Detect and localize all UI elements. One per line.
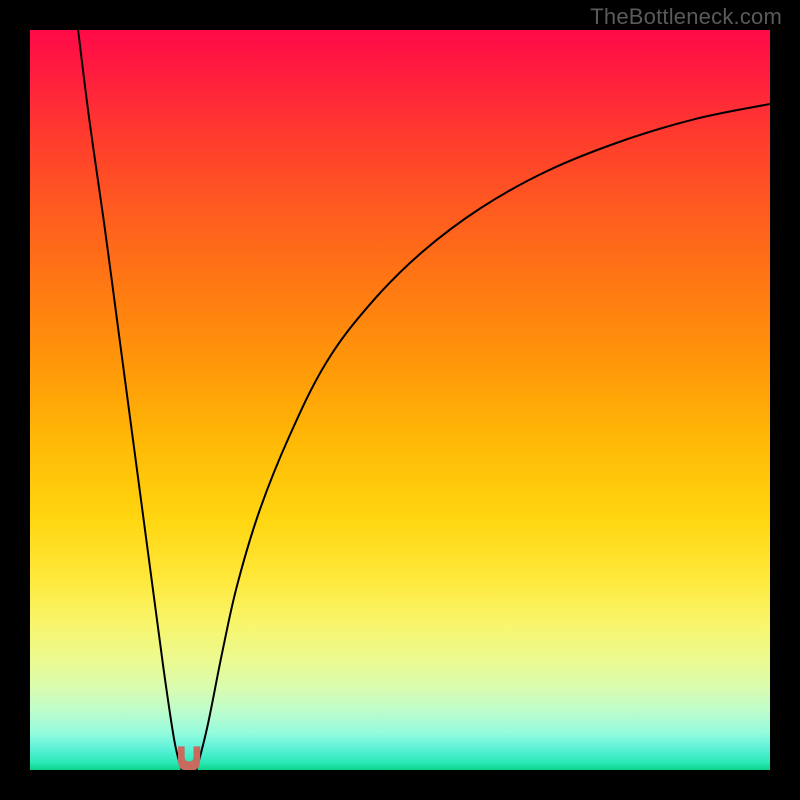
plot-area bbox=[30, 30, 770, 770]
curve-left-branch bbox=[78, 30, 182, 770]
valley-marker bbox=[178, 746, 200, 770]
chart-frame: TheBottleneck.com bbox=[0, 0, 800, 800]
curve-marker-group bbox=[78, 30, 770, 770]
bottleneck-curve bbox=[30, 30, 770, 770]
curve-right-branch bbox=[197, 104, 771, 770]
attribution-label: TheBottleneck.com bbox=[590, 4, 782, 30]
